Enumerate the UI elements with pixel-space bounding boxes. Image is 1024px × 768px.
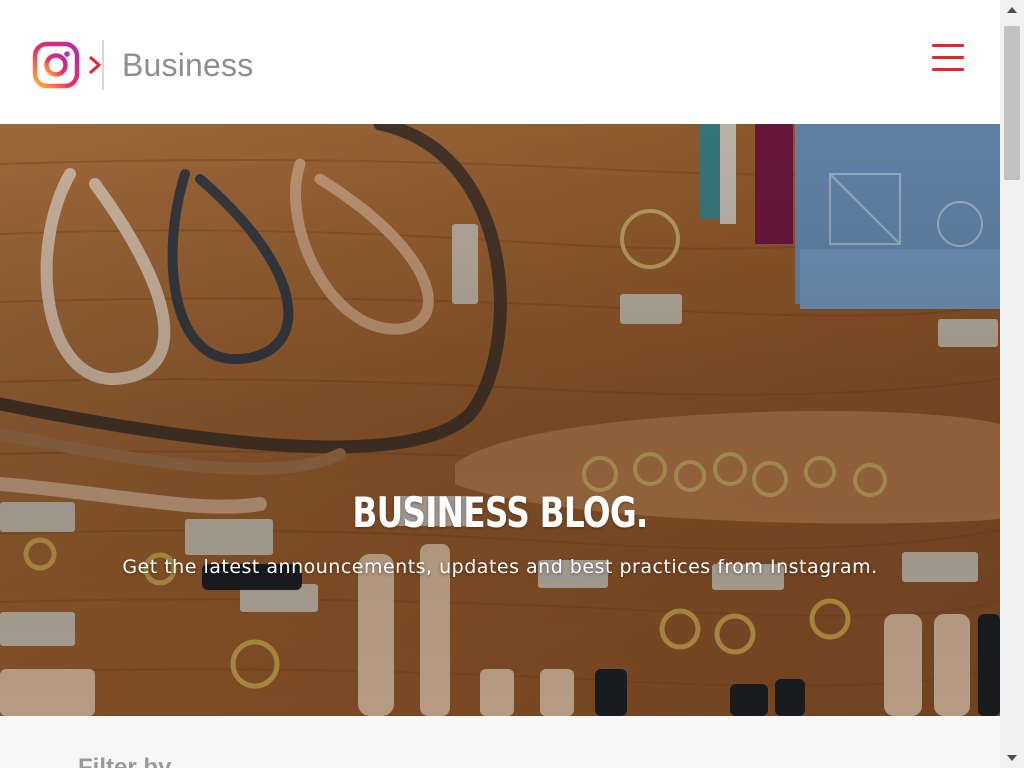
scroll-up-arrow-icon[interactable] <box>1000 0 1024 20</box>
vertical-scrollbar[interactable] <box>1000 0 1024 768</box>
scrollbar-thumb[interactable] <box>1004 26 1020 180</box>
hero-title: BUSINESS BLOG. <box>352 488 648 537</box>
header-divider <box>102 40 104 90</box>
scroll-down-arrow-icon[interactable] <box>1000 748 1024 768</box>
hamburger-menu-icon[interactable] <box>930 42 966 74</box>
chevron-right-icon <box>89 55 102 75</box>
instagram-logo-icon <box>32 41 80 89</box>
filter-section: Filter by <box>0 716 1000 768</box>
hero-subtitle: Get the latest announcements, updates an… <box>122 556 878 578</box>
page: Business BUSINESS BLOG. Get the latest a… <box>0 0 1000 768</box>
hero-background-image <box>0 124 1000 716</box>
brand-label: Business <box>122 46 254 83</box>
business-home-link[interactable]: Business <box>32 40 253 90</box>
site-header: Business <box>0 0 1000 124</box>
hero-banner: BUSINESS BLOG. Get the latest announceme… <box>0 124 1000 716</box>
filter-label: Filter by <box>78 754 172 768</box>
